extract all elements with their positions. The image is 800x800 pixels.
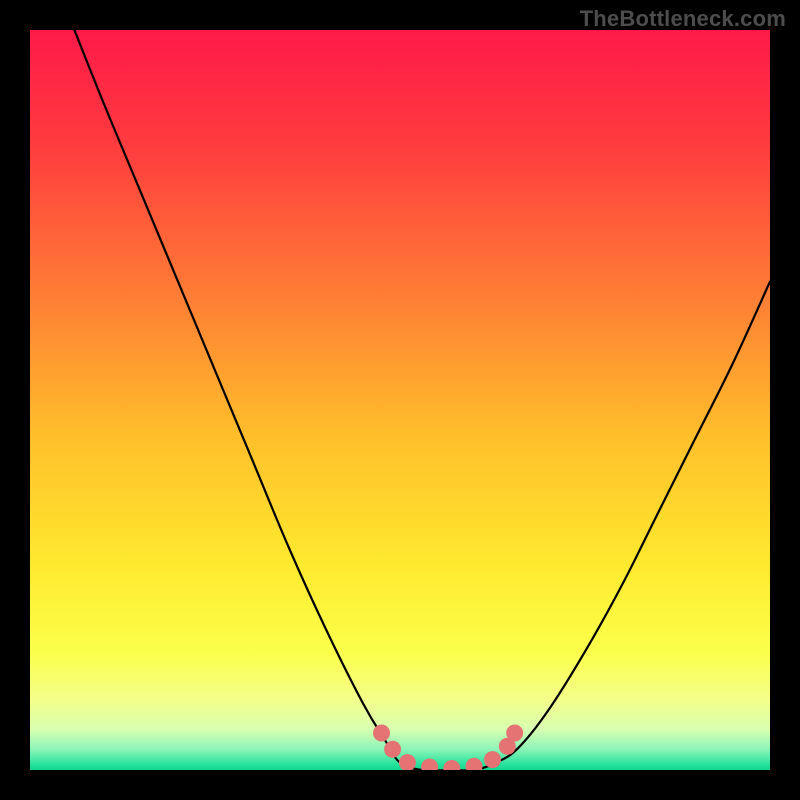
- data-marker: [506, 725, 523, 742]
- data-marker: [466, 758, 483, 775]
- data-marker: [484, 751, 501, 768]
- bottleneck-chart: [0, 0, 800, 800]
- watermark-text: TheBottleneck.com: [580, 6, 786, 32]
- plot-background: [30, 30, 770, 770]
- chart-frame: TheBottleneck.com: [0, 0, 800, 800]
- data-marker: [421, 759, 438, 776]
- data-marker: [443, 760, 460, 777]
- data-marker: [399, 754, 416, 771]
- data-marker: [384, 741, 401, 758]
- data-marker: [373, 725, 390, 742]
